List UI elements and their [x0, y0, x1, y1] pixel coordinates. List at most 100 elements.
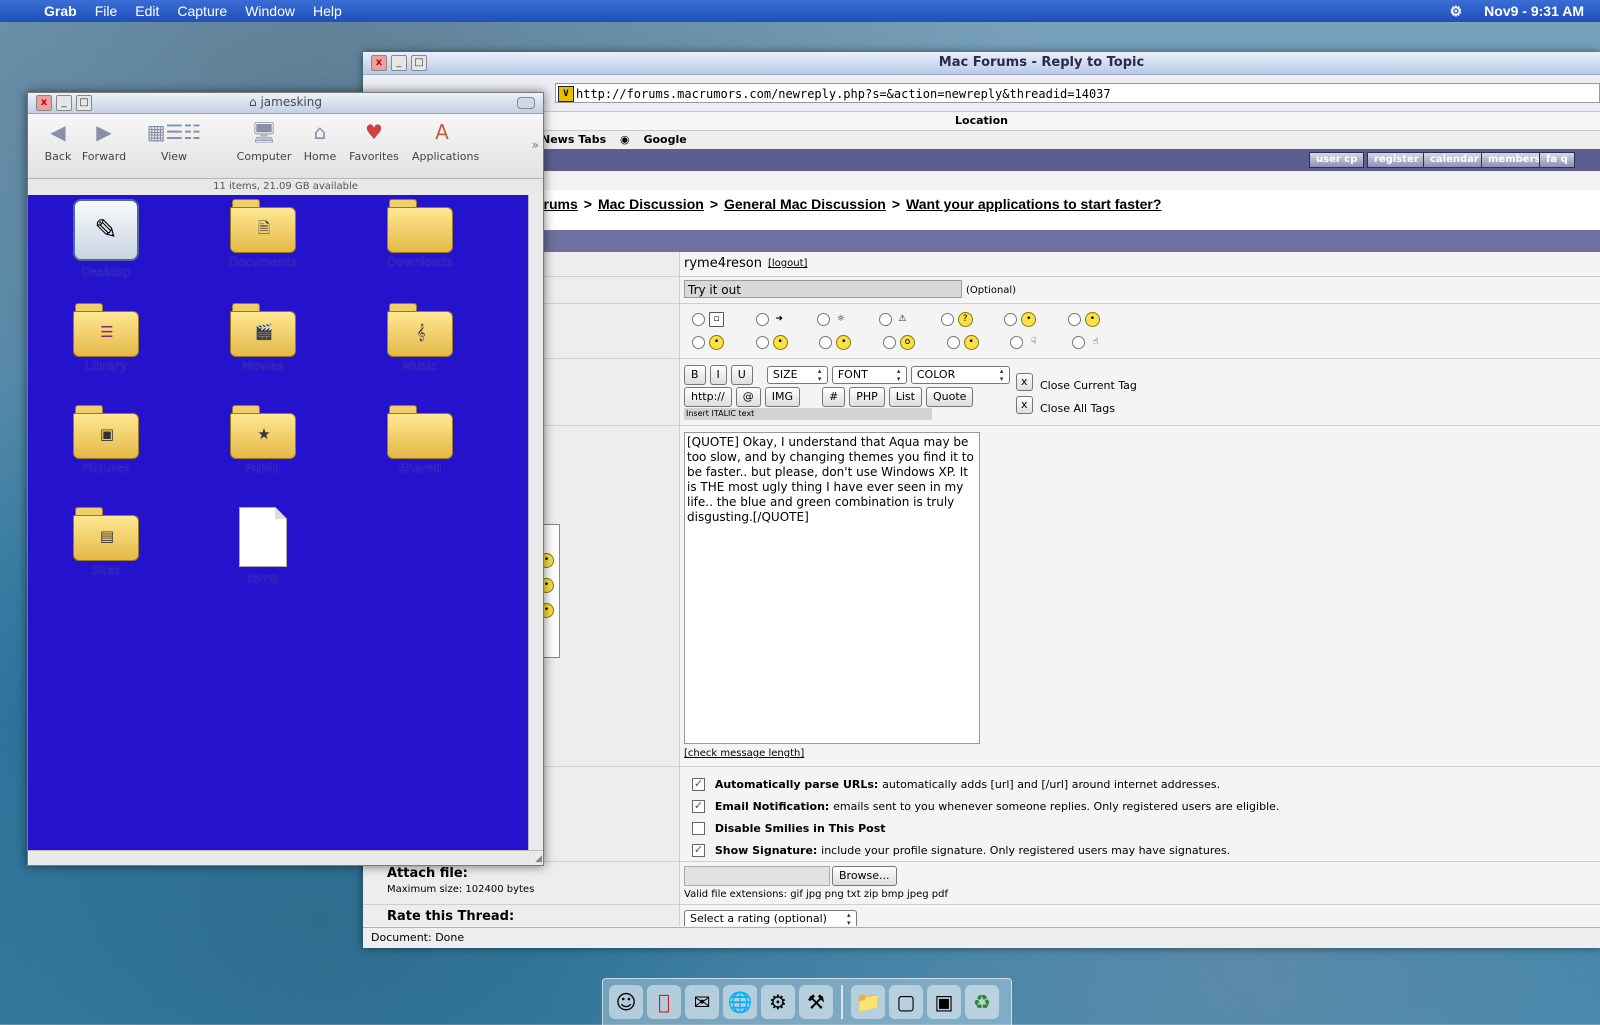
dock-apple-icon[interactable]:  [647, 985, 681, 1019]
forward-button[interactable]: ▶ Forward [74, 118, 134, 163]
size-select[interactable]: SIZE [766, 366, 828, 384]
close-current-tag-button[interactable]: x [1016, 373, 1033, 391]
attach-file-input[interactable] [684, 866, 830, 886]
message-textarea[interactable]: [QUOTE] Okay, I understand that Aqua may… [684, 432, 980, 744]
bookmark-google[interactable]: ◉ Google [620, 133, 697, 146]
breadcrumb-thread[interactable]: Want your applications to start faster? [906, 196, 1161, 212]
user-status-icon[interactable]: ⚙ [1450, 3, 1463, 20]
browse-button[interactable]: Browse... [832, 866, 897, 886]
nav-register-button[interactable]: register [1367, 152, 1426, 168]
close-all-tags-button[interactable]: x [1016, 396, 1033, 414]
url-field[interactable]: V http://forums.macrumors.com/newreply.p… [555, 83, 1600, 103]
image-button[interactable]: IMG [764, 387, 800, 407]
option-email-notification: ✓ Email Notification: emails sent to you… [692, 799, 1280, 813]
code-button[interactable]: # [821, 387, 846, 407]
finder-item-desktop[interactable]: ✎ Desktop [56, 199, 156, 279]
show-signature-checkbox[interactable]: ✓ [692, 844, 705, 857]
post-icon-radio[interactable] [755, 336, 769, 349]
italic-button[interactable]: I [709, 365, 727, 385]
post-icon-radio[interactable] [692, 336, 705, 349]
dock-minimized-window-icon[interactable]: ▣ [927, 985, 961, 1019]
email-notification-checkbox[interactable]: ✓ [692, 800, 705, 813]
thumbs-up-icon: ☝ [1092, 337, 1099, 347]
subject-input[interactable]: Try it out [684, 280, 962, 298]
view-button[interactable]: ▦☰☷ View [144, 118, 204, 163]
nav-faq-button[interactable]: fa q [1539, 152, 1575, 168]
finder-item-sites[interactable]: ▤ Sites [56, 507, 156, 577]
post-icon-radio[interactable] [1004, 313, 1018, 326]
list-button[interactable]: List [888, 387, 922, 407]
post-icon-radio[interactable] [946, 336, 960, 349]
quote-button[interactable]: Quote [925, 387, 974, 407]
nav-calendar-button[interactable]: calendar [1423, 152, 1486, 168]
php-button[interactable]: PHP [849, 387, 885, 407]
applications-button[interactable]: A Applications [412, 118, 479, 163]
post-icon-radio[interactable] [817, 313, 831, 326]
finder-item-downloads[interactable]: Downloads [370, 199, 470, 269]
home-button[interactable]: ⌂ Home [290, 118, 350, 163]
finder-vertical-scrollbar[interactable] [528, 195, 543, 851]
toolbar-toggle-icon[interactable] [517, 97, 535, 109]
bold-button[interactable]: B [684, 365, 706, 385]
breadcrumb: orums > Mac Discussion > General Mac Discuss… [535, 196, 1162, 212]
finder-item-documents[interactable]: 🗎 Documents [213, 199, 313, 269]
menu-edit[interactable]: Edit [135, 3, 159, 19]
menu-app-name[interactable]: Grab [44, 3, 77, 19]
nav-user-cp-button[interactable]: user cp [1309, 152, 1365, 168]
post-icon-radio[interactable] [882, 336, 896, 349]
dock-browser-icon[interactable]: 🌐 [723, 985, 757, 1019]
dock-finder-icon[interactable]: ☺ [609, 985, 643, 1019]
resize-grip-icon[interactable]: ◢ [535, 854, 542, 864]
post-icon-radio[interactable] [940, 313, 954, 326]
breadcrumb-mac-discussion[interactable]: Mac Discussion [598, 196, 704, 212]
dock-trash-icon[interactable]: ♻ [965, 985, 999, 1019]
vbcode-row: B I U SIZE FONT COLOR http:// @ IMG # PH… [363, 359, 1600, 426]
dock-system-preferences-icon[interactable]: ⚒ [799, 985, 833, 1019]
post-icon-radio[interactable] [819, 336, 833, 349]
underline-button[interactable]: U [730, 365, 753, 385]
disable-smilies-checkbox[interactable] [692, 822, 705, 835]
color-select[interactable]: COLOR [910, 366, 1010, 384]
check-length-link[interactable]: [check message length] [684, 748, 804, 759]
smile-icon: • [1084, 312, 1100, 327]
finder-item-public[interactable]: ★ Public [213, 405, 313, 475]
menu-file[interactable]: File [95, 3, 118, 19]
dock-mail-icon[interactable]: ✉ [685, 985, 719, 1019]
pictures-folder-icon: ▣ [73, 405, 139, 459]
finder-item-music[interactable]: 𝄞 Music [370, 303, 470, 373]
finder-horizontal-scrollbar[interactable] [28, 850, 543, 865]
computer-button[interactable]: 🖥 Computer [234, 118, 294, 163]
logout-link[interactable]: [logout] [768, 258, 807, 269]
nav-members-button[interactable]: members [1481, 152, 1548, 168]
url-button[interactable]: http:// [684, 387, 732, 407]
parse-urls-checkbox[interactable]: ✓ [692, 778, 705, 791]
menu-capture[interactable]: Capture [177, 3, 227, 19]
post-icon-radio[interactable] [878, 313, 892, 326]
finder-titlebar[interactable]: x _ □ ⌂ jamesking [28, 93, 543, 114]
post-icon-radio[interactable] [1067, 313, 1081, 326]
finder-item-shared[interactable]: Shared [370, 405, 470, 475]
post-icon-radio[interactable] [755, 313, 769, 326]
toolbar-overflow-icon[interactable]: » [532, 138, 539, 152]
font-select[interactable]: FONT [831, 366, 907, 384]
post-icon-radio[interactable] [692, 313, 705, 326]
dock-folder-icon[interactable]: 📁 [851, 985, 885, 1019]
email-button[interactable]: @ [735, 387, 761, 407]
rating-select[interactable]: Select a rating (optional) [684, 910, 857, 926]
finder-item-pictures[interactable]: ▣ Pictures [56, 405, 156, 475]
finder-item-movies[interactable]: 🎬 Movies [213, 303, 313, 373]
menu-window[interactable]: Window [245, 3, 295, 19]
post-icon-radio[interactable] [1010, 336, 1024, 349]
favorites-button[interactable]: ♥ Favorites [344, 118, 404, 163]
post-icon-radio[interactable] [1071, 336, 1085, 349]
dock-app-icon[interactable]: ⚙ [761, 985, 795, 1019]
finder-item-temp[interactable]: temp [213, 507, 313, 585]
breadcrumb-general-mac-discussion[interactable]: General Mac Discussion [724, 196, 886, 212]
menu-help[interactable]: Help [313, 3, 342, 19]
back-arrow-icon: ◀ [50, 120, 66, 144]
finder-item-library[interactable]: ☰ Library [56, 303, 156, 373]
bookmark-news-tabs[interactable]: News Tabs [541, 133, 606, 146]
dock-window-icon[interactable]: ▢ [889, 985, 923, 1019]
menu-clock[interactable]: Nov9 - 9:31 AM [1484, 3, 1584, 19]
browser-titlebar[interactable]: x _ □ Mac Forums - Reply to Topic [363, 52, 1600, 75]
